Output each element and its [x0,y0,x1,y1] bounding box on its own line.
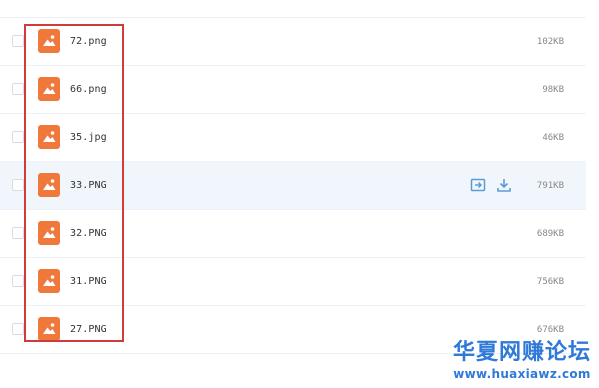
file-name[interactable]: 31.PNG [70,275,107,289]
file-size: 689KB [536,229,564,239]
file-size: 102KB [536,37,564,47]
watermark: 华夏网赚论坛 www.huaxiawz.com [453,340,591,382]
file-row[interactable]: 32.PNG 689KB [0,210,586,258]
file-row[interactable]: 35.jpg 46KB [0,114,586,162]
watermark-url: www.huaxiawz.com [453,367,591,381]
file-row[interactable]: 66.png 98KB [0,66,586,114]
file-size: 791KB [536,181,564,191]
file-size: 756KB [536,277,564,287]
watermark-title: 华夏网赚论坛 [452,340,591,365]
file-name[interactable]: 33.PNG [70,179,107,193]
file-name[interactable]: 35.jpg [70,131,107,145]
image-file-icon [38,125,60,149]
row-actions [470,177,512,193]
row-checkbox[interactable] [12,227,24,239]
file-size: 98KB [542,85,564,95]
row-checkbox[interactable] [12,83,24,95]
file-row[interactable]: 72.png 102KB [0,18,586,66]
image-file-icon [38,269,60,293]
file-row-hovered[interactable]: 33.PNG 791KB [0,162,586,210]
row-checkbox[interactable] [12,323,24,335]
image-file-icon [38,173,60,197]
download-icon[interactable] [496,177,512,193]
file-name[interactable]: 32.PNG [70,227,107,241]
row-checkbox[interactable] [12,131,24,143]
file-list: 72.png 102KB 66.png 98KB 35.jpg 46KB 33.… [0,18,586,354]
share-icon[interactable] [470,177,486,193]
file-name[interactable]: 72.png [70,35,107,49]
image-file-icon [38,77,60,101]
row-checkbox[interactable] [12,179,24,191]
image-file-icon [38,317,60,341]
row-checkbox[interactable] [12,35,24,47]
file-size: 46KB [542,133,564,143]
file-name[interactable]: 27.PNG [70,323,107,337]
image-file-icon [38,29,60,53]
file-row[interactable]: 31.PNG 756KB [0,258,586,306]
file-size: 676KB [536,325,564,335]
image-file-icon [38,221,60,245]
file-name[interactable]: 66.png [70,83,107,97]
row-checkbox[interactable] [12,275,24,287]
